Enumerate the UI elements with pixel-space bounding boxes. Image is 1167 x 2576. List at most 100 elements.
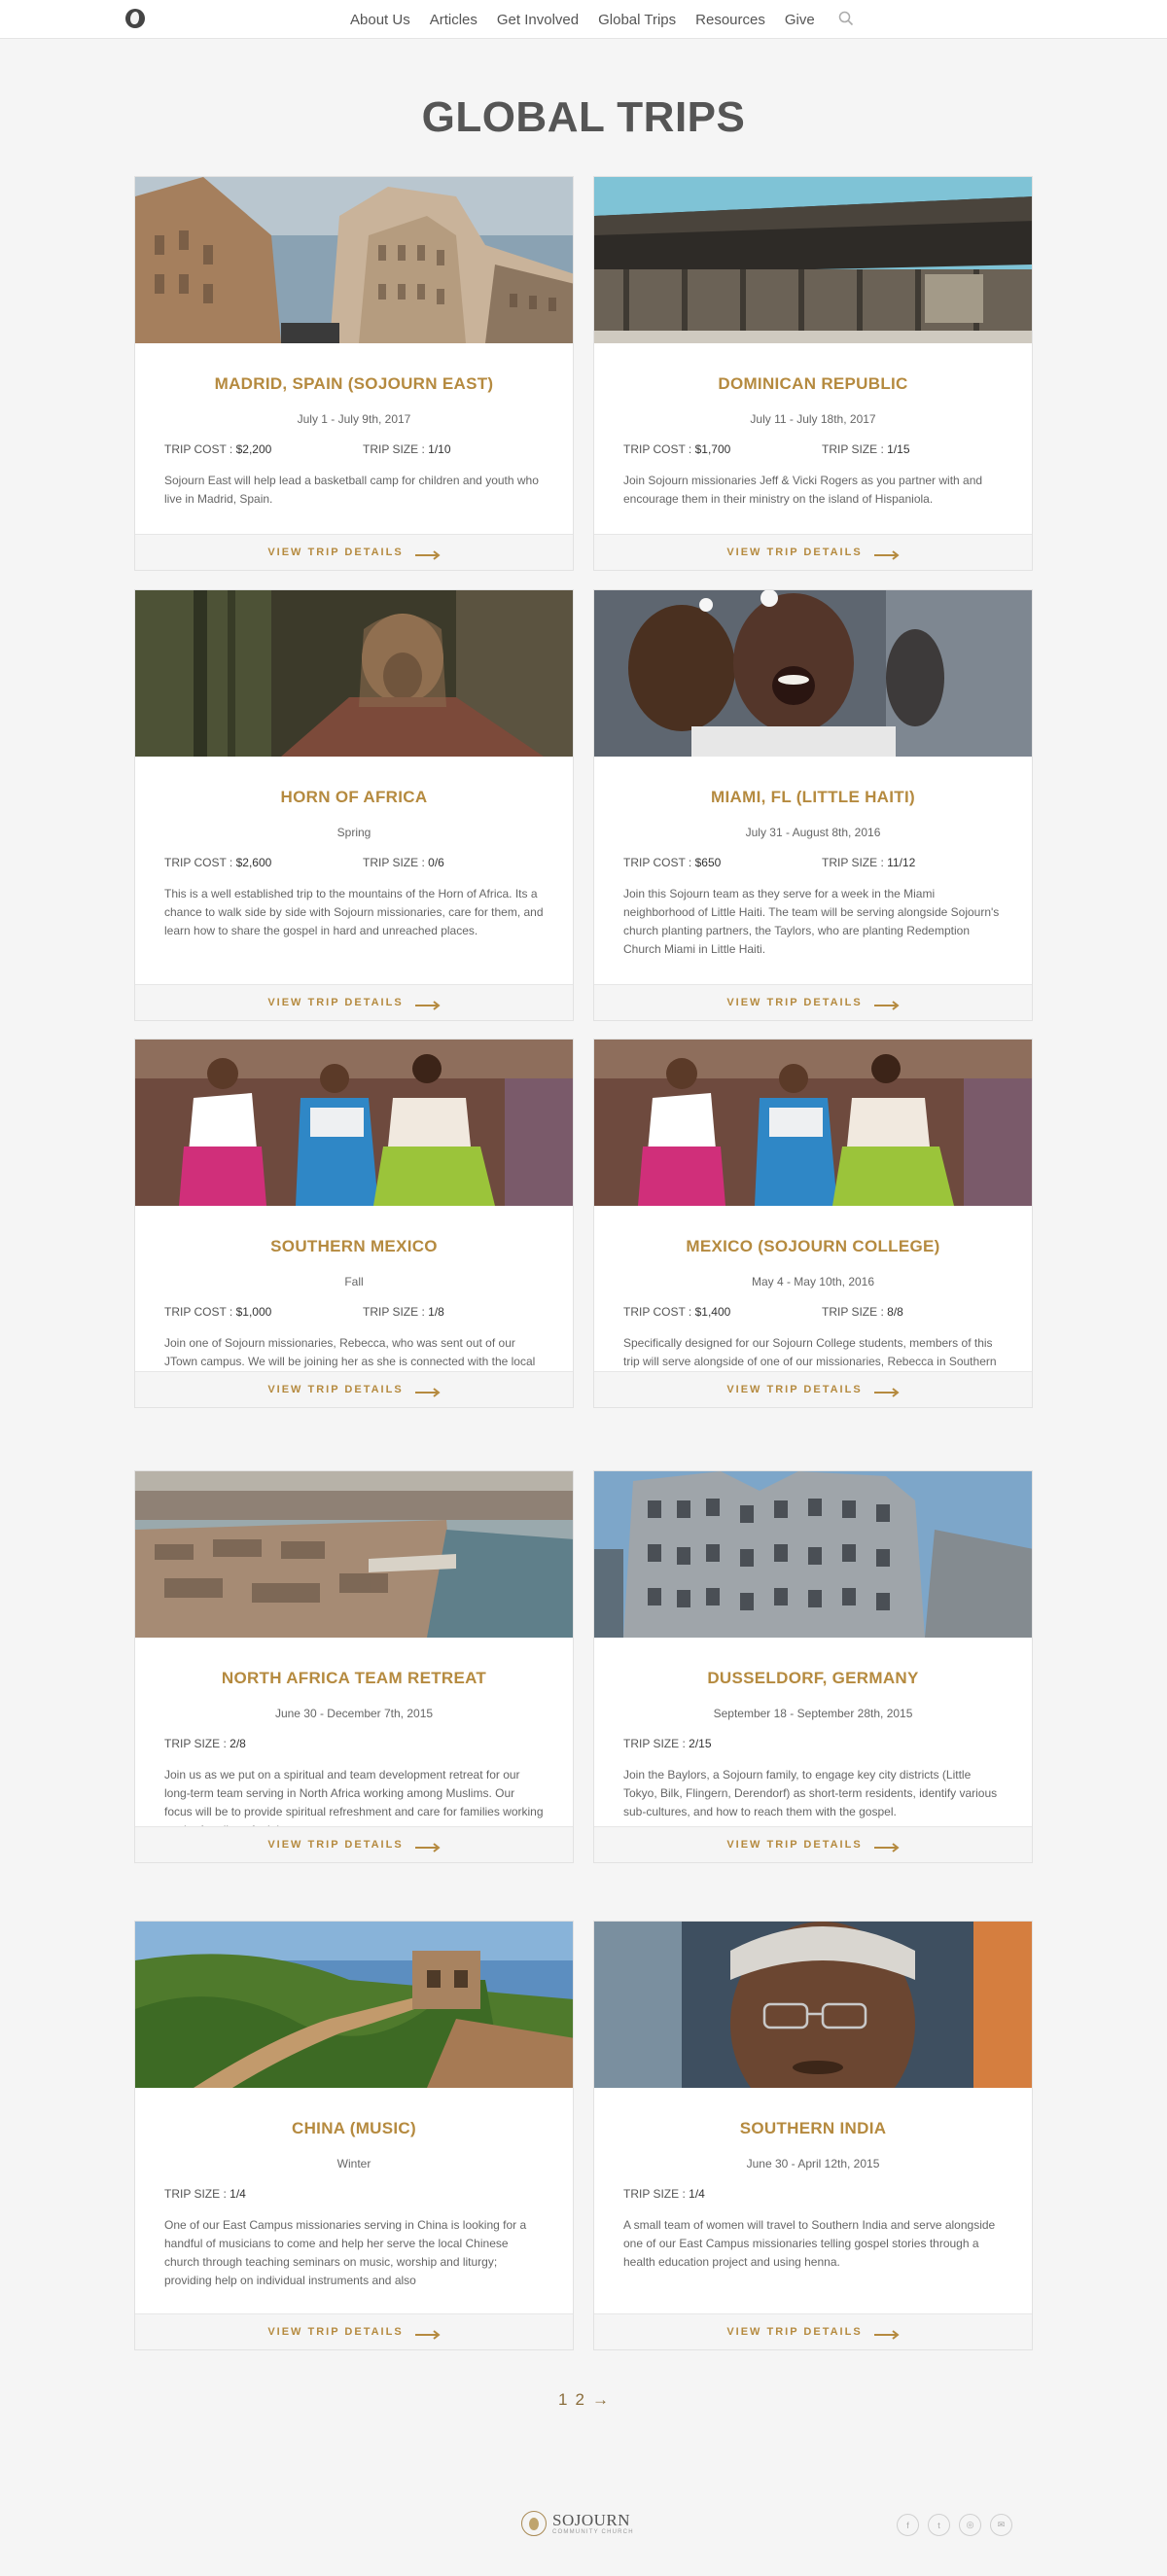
next-page-arrow[interactable]: → xyxy=(592,2390,609,2410)
trip-image[interactable] xyxy=(135,177,573,343)
nav-global-trips[interactable]: Global Trips xyxy=(598,12,676,28)
view-trip-details-label: VIEW TRIP DETAILS xyxy=(267,2326,404,2338)
view-trip-details-button[interactable]: VIEW TRIP DETAILS xyxy=(135,2313,573,2349)
trip-title[interactable]: MIAMI, FL (LITTLE HAITI) xyxy=(594,788,1032,807)
trip-date: Fall xyxy=(344,1275,364,1288)
trip-size-label: TRIP SIZE : xyxy=(822,856,884,869)
view-trip-details-label: VIEW TRIP DETAILS xyxy=(267,997,404,1008)
trip-cost-label: TRIP COST : xyxy=(623,442,692,456)
view-trip-details-button[interactable]: VIEW TRIP DETAILS xyxy=(594,534,1032,570)
trip-image[interactable] xyxy=(594,1040,1032,1206)
arrow-right-icon xyxy=(414,547,441,560)
trip-size-value: 1/15 xyxy=(887,442,910,456)
trip-cost: TRIP COST : $1,400 xyxy=(623,1305,730,1319)
nav-about-us[interactable]: About Us xyxy=(350,12,410,28)
view-trip-details-button[interactable]: VIEW TRIP DETAILS xyxy=(594,1826,1032,1862)
trip-title[interactable]: MADRID, SPAIN (SOJOURN EAST) xyxy=(135,374,573,394)
nav-get-involved[interactable]: Get Involved xyxy=(497,12,579,28)
trip-description: Sojourn East will help lead a basketball… xyxy=(164,474,539,506)
trip-description: A small team of women will travel to Sou… xyxy=(623,2218,996,2269)
trip-size-value: 8/8 xyxy=(887,1305,903,1319)
trip-title[interactable]: NORTH AFRICA TEAM RETREAT xyxy=(135,1669,573,1688)
twitter-icon[interactable]: t xyxy=(928,2514,950,2536)
trip-size: TRIP SIZE : 11/12 xyxy=(822,856,915,869)
trip-size-value: 1/4 xyxy=(230,2187,246,2201)
trip-cost-label: TRIP COST : xyxy=(164,856,233,869)
pagination: 1 2 → xyxy=(0,2388,1167,2412)
view-trip-details-label: VIEW TRIP DETAILS xyxy=(726,997,863,1008)
view-trip-details-button[interactable]: VIEW TRIP DETAILS xyxy=(135,1371,573,1407)
view-trip-details-button[interactable]: VIEW TRIP DETAILS xyxy=(135,984,573,1020)
trip-card: SOUTHERN MEXICO Fall TRIP COST : $1,000 TRI… xyxy=(134,1039,574,1408)
trip-size: TRIP SIZE : 2/8 xyxy=(164,1737,246,1750)
view-trip-details-button[interactable]: VIEW TRIP DETAILS xyxy=(594,1371,1032,1407)
trip-date: Winter xyxy=(336,2157,371,2170)
trip-cost-label: TRIP COST : xyxy=(164,1305,233,1319)
view-trip-details-button[interactable]: VIEW TRIP DETAILS xyxy=(135,1826,573,1862)
trip-cost: TRIP COST : $1,700 xyxy=(623,442,730,456)
view-trip-details-button[interactable]: VIEW TRIP DETAILS xyxy=(594,984,1032,1020)
trip-cost: TRIP COST : $2,200 xyxy=(164,442,271,456)
trip-title[interactable]: CHINA (MUSIC) xyxy=(135,2119,573,2138)
email-icon[interactable]: ✉ xyxy=(990,2514,1012,2536)
nav-give[interactable]: Give xyxy=(785,12,815,28)
trip-size-label: TRIP SIZE : xyxy=(363,442,425,456)
trip-size-value: 1/10 xyxy=(428,442,451,456)
nav-articles[interactable]: Articles xyxy=(430,12,477,28)
search-icon[interactable] xyxy=(838,11,854,26)
instagram-icon[interactable]: ◎ xyxy=(959,2514,981,2536)
trip-image[interactable] xyxy=(135,1471,573,1638)
trip-date: July 11 - July 18th, 2017 xyxy=(750,412,876,426)
trip-cost: TRIP COST : $650 xyxy=(623,856,721,869)
page-2-link[interactable]: 2 xyxy=(576,2390,584,2410)
footer-logo[interactable]: SOJOURN COMMUNITY CHURCH xyxy=(521,2511,634,2536)
trip-cost-label: TRIP COST : xyxy=(164,442,233,456)
trip-image[interactable] xyxy=(135,1922,573,2088)
trip-date: July 31 - August 8th, 2016 xyxy=(745,826,881,839)
trip-size-label: TRIP SIZE : xyxy=(164,2187,227,2201)
trip-size: TRIP SIZE : 1/15 xyxy=(822,442,910,456)
trip-card: MIAMI, FL (LITTLE HAITI) July 31 - August… xyxy=(593,589,1033,1021)
trip-title[interactable]: SOUTHERN MEXICO xyxy=(135,1237,573,1256)
trip-size: TRIP SIZE : 8/8 xyxy=(822,1305,903,1319)
trip-card: NORTH AFRICA TEAM RETREAT June 30 - Decem… xyxy=(134,1470,574,1863)
trip-title[interactable]: SOUTHERN INDIA xyxy=(594,2119,1032,2138)
trip-size-label: TRIP SIZE : xyxy=(164,1737,227,1750)
globe-logo-icon[interactable] xyxy=(125,9,145,28)
trip-cost-value: $1,700 xyxy=(694,442,731,456)
trip-description: This is a well established trip to the m… xyxy=(164,887,544,937)
trip-image[interactable] xyxy=(594,177,1032,343)
arrow-right-icon xyxy=(873,1385,900,1397)
trip-size: TRIP SIZE : 1/4 xyxy=(164,2187,246,2201)
trip-card: MEXICO (SOJOURN COLLEGE) May 4 - May 10th… xyxy=(593,1039,1033,1408)
view-trip-details-button[interactable]: VIEW TRIP DETAILS xyxy=(594,2313,1032,2349)
arrow-right-icon xyxy=(414,2327,441,2340)
arrow-right-icon xyxy=(414,998,441,1010)
trip-image[interactable] xyxy=(594,1922,1032,2088)
trip-title[interactable]: DUSSELDORF, GERMANY xyxy=(594,1669,1032,1688)
facebook-icon[interactable]: f xyxy=(897,2514,919,2536)
trip-date: May 4 - May 10th, 2016 xyxy=(751,1275,875,1288)
nav-resources[interactable]: Resources xyxy=(695,12,765,28)
trip-size: TRIP SIZE : 1/4 xyxy=(623,2187,705,2201)
trip-title[interactable]: MEXICO (SOJOURN COLLEGE) xyxy=(594,1237,1032,1256)
trip-description: Join this Sojourn team as they serve for… xyxy=(623,887,1000,956)
trip-cost-value: $1,000 xyxy=(235,1305,272,1319)
arrow-right-icon xyxy=(873,998,900,1010)
trip-title[interactable]: HORN OF AFRICA xyxy=(135,788,573,807)
page-1-link[interactable]: 1 xyxy=(558,2390,567,2410)
main-menu: About Us Articles Get Involved Global Tr… xyxy=(350,0,815,39)
trip-cost-value: $2,600 xyxy=(235,856,272,869)
trip-cost-label: TRIP COST : xyxy=(623,856,692,869)
trip-size-value: 0/6 xyxy=(428,856,444,869)
trip-date: September 18 - September 28th, 2015 xyxy=(713,1707,913,1720)
trip-image[interactable] xyxy=(135,590,573,757)
trip-title[interactable]: DOMINICAN REPUBLIC xyxy=(594,374,1032,394)
view-trip-details-button[interactable]: VIEW TRIP DETAILS xyxy=(135,534,573,570)
trip-cost-value: $650 xyxy=(694,856,722,869)
trip-image[interactable] xyxy=(594,1471,1032,1638)
view-trip-details-label: VIEW TRIP DETAILS xyxy=(267,1839,404,1851)
trip-image[interactable] xyxy=(135,1040,573,1206)
trip-image[interactable] xyxy=(594,590,1032,757)
trip-date: Spring xyxy=(336,826,371,839)
